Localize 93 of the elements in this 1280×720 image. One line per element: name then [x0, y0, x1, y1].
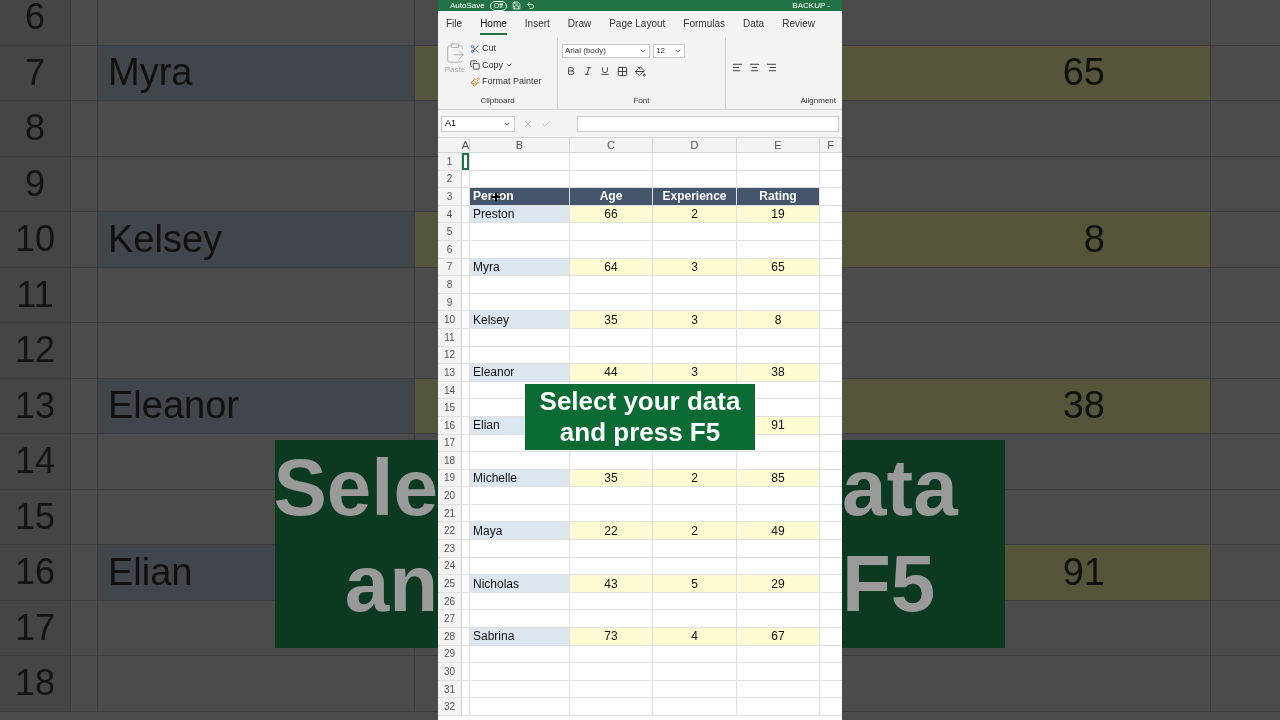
font-size-field[interactable]: 12	[653, 44, 685, 58]
align-center-icon	[749, 62, 760, 73]
cell-background	[415, 45, 438, 100]
table-cell: 49	[737, 522, 819, 540]
table-cell: 29	[737, 575, 819, 592]
ribbon-tab[interactable]: Data	[743, 14, 765, 35]
table-cell: 38	[737, 364, 819, 381]
column-heading: Experience	[653, 188, 736, 205]
undo-icon	[525, 1, 535, 10]
cancel-icon	[523, 118, 533, 129]
column-header[interactable]: C	[570, 138, 653, 152]
enter-icon	[541, 118, 551, 129]
column-header[interactable]: D	[653, 138, 737, 152]
table-cell: Kelsey	[470, 311, 569, 328]
caption-text: Sele	[275, 442, 438, 534]
group-label: Alignment	[800, 95, 836, 107]
table-cell: Eleanor	[470, 364, 569, 381]
row-number[interactable]: 27	[438, 610, 462, 628]
ribbon-tab[interactable]: File	[446, 14, 463, 35]
row-number[interactable]: 32	[438, 698, 462, 715]
ribbon-tab[interactable]: Home	[480, 14, 507, 35]
caret-icon	[639, 47, 647, 55]
copy-button[interactable]: Copy	[470, 58, 542, 72]
ribbon-tab[interactable]: Review	[782, 14, 815, 35]
row-number[interactable]: 25	[438, 575, 462, 592]
ribbon-tab[interactable]: Formulas	[683, 14, 726, 35]
autosave-label: AutoSave	[450, 0, 485, 11]
table-cell: 8	[842, 212, 1210, 267]
cut-button[interactable]: Cut	[470, 42, 542, 56]
paste-icon	[444, 42, 466, 64]
row-number[interactable]: 13	[438, 364, 462, 381]
table-cell: 65	[842, 45, 1210, 100]
align-left-icon	[732, 62, 743, 73]
column-header[interactable]: A	[462, 138, 470, 152]
cut-icon	[470, 43, 480, 54]
format-painter-button[interactable]: Format Painter	[470, 75, 542, 89]
underline-icon	[600, 66, 610, 76]
ribbon-tab[interactable]: Insert	[524, 14, 550, 35]
column-header[interactable]: B	[470, 138, 570, 152]
row-number[interactable]: 5	[438, 223, 462, 240]
bold-icon	[566, 66, 576, 76]
row-number[interactable]: 23	[438, 540, 462, 557]
borders-icon	[617, 66, 628, 77]
table-cell: Myra	[98, 45, 414, 100]
group-label: Font	[632, 95, 651, 107]
fill-color-icon	[635, 66, 646, 77]
table-cell: 22	[570, 522, 652, 540]
cell-background	[415, 378, 438, 433]
table-cell: 3	[653, 364, 736, 381]
ribbon-tab[interactable]: Page Layout	[609, 14, 666, 35]
table-cell: 4	[653, 628, 736, 645]
table-cell: Kelsey	[98, 212, 414, 267]
row-number[interactable]: 8	[438, 276, 462, 293]
font-name-field[interactable]: Arial (body)	[562, 44, 650, 58]
column-header[interactable]: E	[737, 138, 820, 152]
caption-text: Select your data	[539, 386, 741, 417]
table-cell: Sabrina	[470, 628, 569, 645]
table-cell: 44	[570, 364, 652, 381]
table-cell: Maya	[470, 522, 569, 540]
table-cell: 3	[653, 311, 736, 328]
italic-icon	[583, 66, 593, 76]
table-cell: 67	[737, 628, 819, 645]
align-right-icon	[766, 62, 777, 73]
ribbon-tab[interactable]: Draw	[567, 14, 592, 35]
formula-field[interactable]	[577, 115, 839, 132]
column-heading: Age	[570, 188, 652, 205]
column-heading: Rating	[737, 188, 819, 205]
table-cell: 2	[653, 522, 736, 540]
row-number[interactable]: 20	[438, 487, 462, 504]
row-number[interactable]: 3	[438, 188, 462, 205]
name-box[interactable]: A1	[441, 115, 515, 132]
table-cell: 43	[570, 575, 652, 592]
table-cell: 38	[842, 378, 1210, 433]
row-number[interactable]: 22	[438, 522, 462, 540]
file-name: BACKUP -	[792, 0, 830, 11]
table-cell: Eleanor	[98, 378, 414, 433]
row-number[interactable]: 15	[438, 399, 462, 416]
row-number[interactable]: 30	[438, 663, 462, 680]
paintbrush-icon	[470, 76, 480, 87]
row-number[interactable]: 28	[438, 628, 462, 645]
row-number[interactable]: 10	[438, 311, 462, 328]
table-cell: 35	[570, 311, 652, 328]
caption-text: ata	[842, 442, 958, 534]
row-number[interactable]: 1	[438, 153, 462, 170]
table-cell: 73	[570, 628, 652, 645]
caret-icon	[674, 47, 682, 55]
row-number[interactable]: 18	[438, 452, 462, 469]
group-label: Clipboard	[479, 95, 516, 107]
table-cell: 8	[737, 311, 819, 328]
copy-icon	[470, 60, 480, 71]
cell-background	[415, 212, 438, 267]
table-cell: Nicholas	[470, 575, 569, 592]
table-cell: 5	[653, 575, 736, 592]
